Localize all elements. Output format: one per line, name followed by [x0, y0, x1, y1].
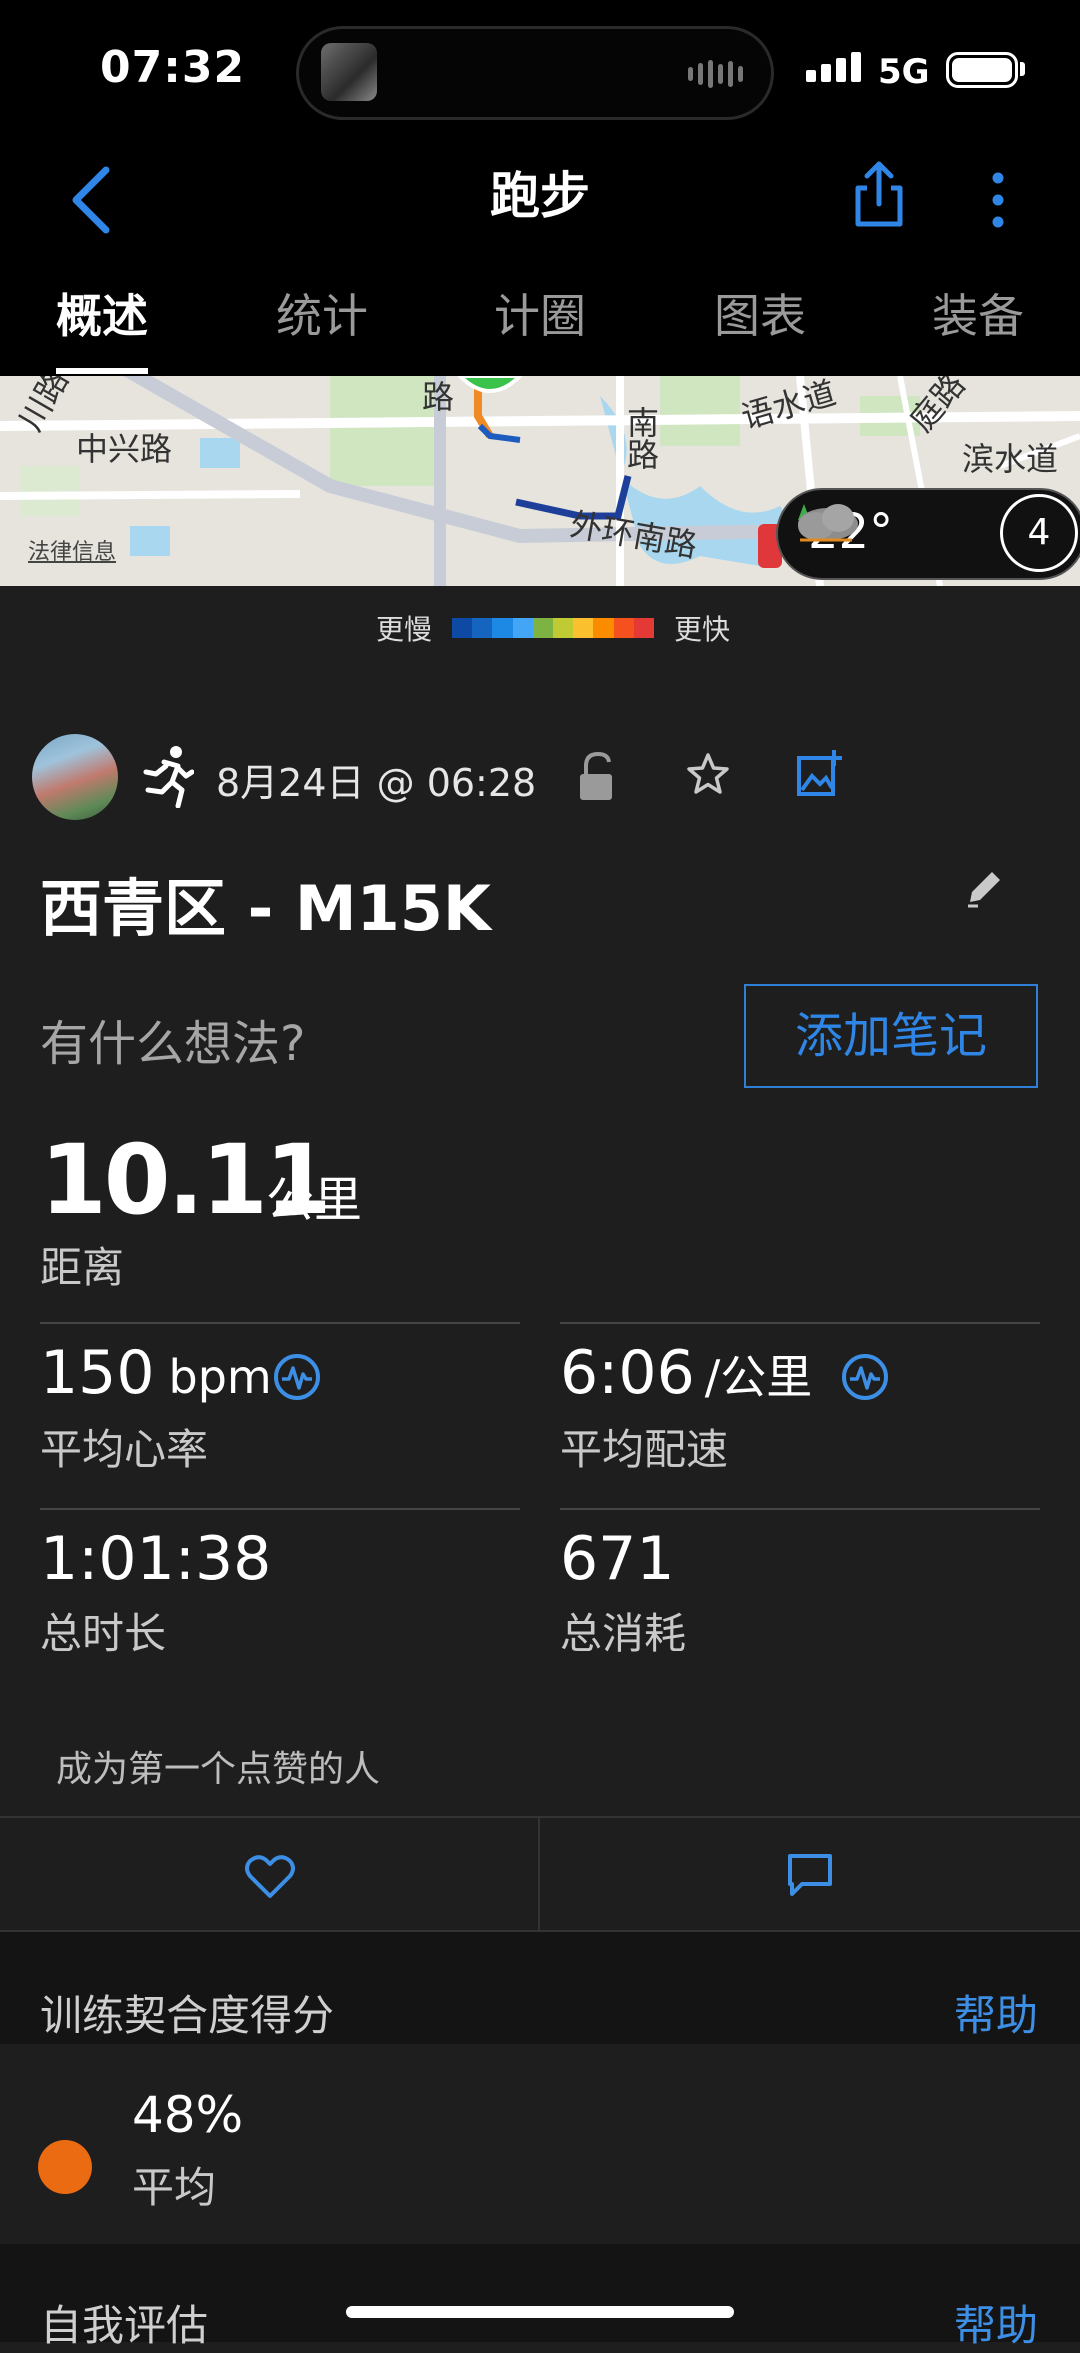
training-score-label: 平均: [132, 2163, 217, 2212]
pace-info-icon[interactable]: [840, 1352, 890, 1402]
route-map[interactable]: 中兴路 外环南路 滨水道 语水道 南路 川路 路 庭路 法律信息 22° 4: [0, 376, 1080, 586]
now-playing-thumbnail: [321, 43, 377, 101]
divider: [560, 1508, 1040, 1510]
more-vertical-icon[interactable]: [988, 164, 1008, 234]
score-indicator-dot: [38, 2140, 92, 2194]
status-time: 07:32: [100, 42, 246, 93]
thoughts-prompt[interactable]: 有什么想法?: [40, 1004, 305, 1074]
avg-hr-label: 平均心率: [40, 1425, 209, 1474]
likes-text: 成为第一个点赞的人: [56, 1749, 381, 1790]
battery-tip: [1020, 62, 1025, 76]
training-fit-title: 训练契合度得分: [40, 1991, 335, 2040]
audio-waveform-icon: [688, 59, 743, 89]
page-title: 跑步: [490, 167, 590, 225]
avatar[interactable]: [32, 734, 118, 820]
tab-laps[interactable]: 计圈: [494, 280, 586, 346]
heart-rate-info-icon[interactable]: [272, 1352, 322, 1402]
share-icon[interactable]: [852, 158, 906, 228]
divider: [40, 1322, 520, 1324]
running-icon: [143, 746, 194, 808]
map-label: 中兴路: [76, 430, 173, 468]
pace-gradient-segment: [532, 618, 554, 638]
action-divider: [538, 1818, 540, 1934]
avg-hr-unit: bpm: [168, 1350, 272, 1404]
dynamic-island[interactable]: [296, 26, 774, 120]
pace-gradient-segment: [613, 618, 634, 638]
avg-pace-unit: /公里: [704, 1350, 813, 1404]
add-photo-icon[interactable]: [796, 748, 842, 798]
map-label: 滨水道: [962, 440, 1059, 478]
legend-slower-label: 更慢: [376, 613, 433, 646]
tab-active-indicator: [56, 368, 148, 374]
add-note-button[interactable]: 添加笔记: [744, 984, 1038, 1088]
calories-value: 671: [560, 1524, 675, 1594]
pace-gradient-segment: [452, 618, 473, 638]
map-label: 南路: [622, 406, 660, 470]
avg-pace-value: 6:06: [560, 1338, 695, 1408]
pace-gradient: [452, 618, 655, 638]
duration-label: 总时长: [40, 1609, 167, 1658]
divider: [560, 1322, 1040, 1324]
status-bar: 07:32 5G: [0, 0, 1080, 140]
star-icon[interactable]: [686, 752, 730, 796]
tab-charts[interactable]: 图表: [714, 280, 806, 346]
pace-gradient-segment: [573, 618, 594, 638]
avg-pace-row: 6:06 /公里: [560, 1338, 812, 1408]
activity-date: 8月24日 @ 06:28: [216, 761, 537, 805]
pace-gradient-segment: [593, 618, 614, 638]
home-indicator[interactable]: [346, 2306, 734, 2318]
pace-gradient-segment: [553, 618, 574, 638]
edit-pencil-icon[interactable]: [966, 868, 1002, 908]
calories-label: 总消耗: [560, 1609, 687, 1658]
avg-hr-row: 150 bpm: [40, 1338, 272, 1408]
comment-icon[interactable]: [786, 1852, 834, 1898]
activity-title: 西青区 - M15K: [40, 872, 491, 945]
social-actions: [0, 1816, 1080, 1934]
battery-icon: [946, 52, 1018, 88]
weather-badge[interactable]: 22° 4: [776, 488, 1080, 580]
map-label: 路: [422, 378, 455, 416]
duration-value: 1:01:38: [40, 1524, 272, 1594]
training-score-panel[interactable]: 48% 平均: [0, 2044, 1080, 2244]
pace-gradient-segment: [512, 618, 533, 638]
pace-gradient-segment: [472, 618, 493, 638]
pace-legend: 更慢 更快: [0, 586, 1080, 672]
training-help-link[interactable]: 帮助: [954, 1982, 1038, 2043]
tab-bar: 概述 统计 计圈 图表 装备: [0, 260, 1080, 376]
legend-faster-label: 更快: [674, 613, 731, 646]
nav-bar: 跑步: [0, 140, 1080, 260]
divider: [40, 1508, 520, 1510]
training-score-value: 48%: [132, 2086, 244, 2144]
self-eval-help-link[interactable]: 帮助: [954, 2292, 1038, 2353]
tab-gear[interactable]: 装备: [932, 280, 1024, 346]
wind-speed-badge: 4: [1000, 494, 1078, 572]
cellular-signal-icon: [806, 52, 861, 82]
tab-overview[interactable]: 概述: [56, 280, 148, 346]
distance-unit: 公里: [266, 1172, 363, 1228]
unlock-icon[interactable]: [578, 752, 618, 802]
self-eval-title: 自我评估: [40, 2301, 209, 2350]
tab-stats[interactable]: 统计: [276, 280, 368, 346]
network-type: 5G: [878, 52, 930, 92]
cloud-icon: [798, 504, 858, 542]
avg-hr-value: 150: [40, 1338, 155, 1408]
like-heart-icon[interactable]: [244, 1854, 296, 1900]
map-legal-link[interactable]: 法律信息: [28, 534, 116, 566]
pace-gradient-segment: [492, 618, 513, 638]
avg-pace-label: 平均配速: [560, 1425, 729, 1474]
distance-label: 距离: [40, 1243, 125, 1292]
pace-gradient-segment: [633, 618, 655, 638]
